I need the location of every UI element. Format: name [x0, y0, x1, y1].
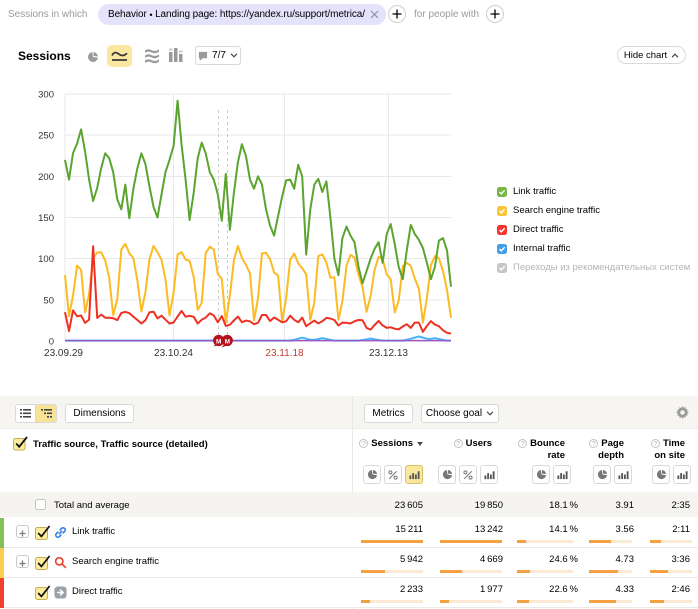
svg-text:200: 200: [38, 172, 54, 183]
svg-text:100: 100: [38, 254, 54, 265]
svg-text:250: 250: [38, 131, 54, 142]
svg-text:23.10.24: 23.10.24: [154, 348, 193, 359]
svg-text:23.12.13: 23.12.13: [369, 348, 408, 359]
svg-text:300: 300: [38, 90, 54, 101]
svg-text:M: M: [216, 338, 221, 345]
svg-text:0: 0: [49, 337, 54, 348]
svg-text:50: 50: [43, 295, 54, 306]
svg-text:23.09.29: 23.09.29: [44, 348, 83, 359]
svg-text:23.11.18: 23.11.18: [265, 348, 304, 359]
svg-text:150: 150: [38, 213, 54, 224]
svg-text:M: M: [225, 338, 230, 345]
